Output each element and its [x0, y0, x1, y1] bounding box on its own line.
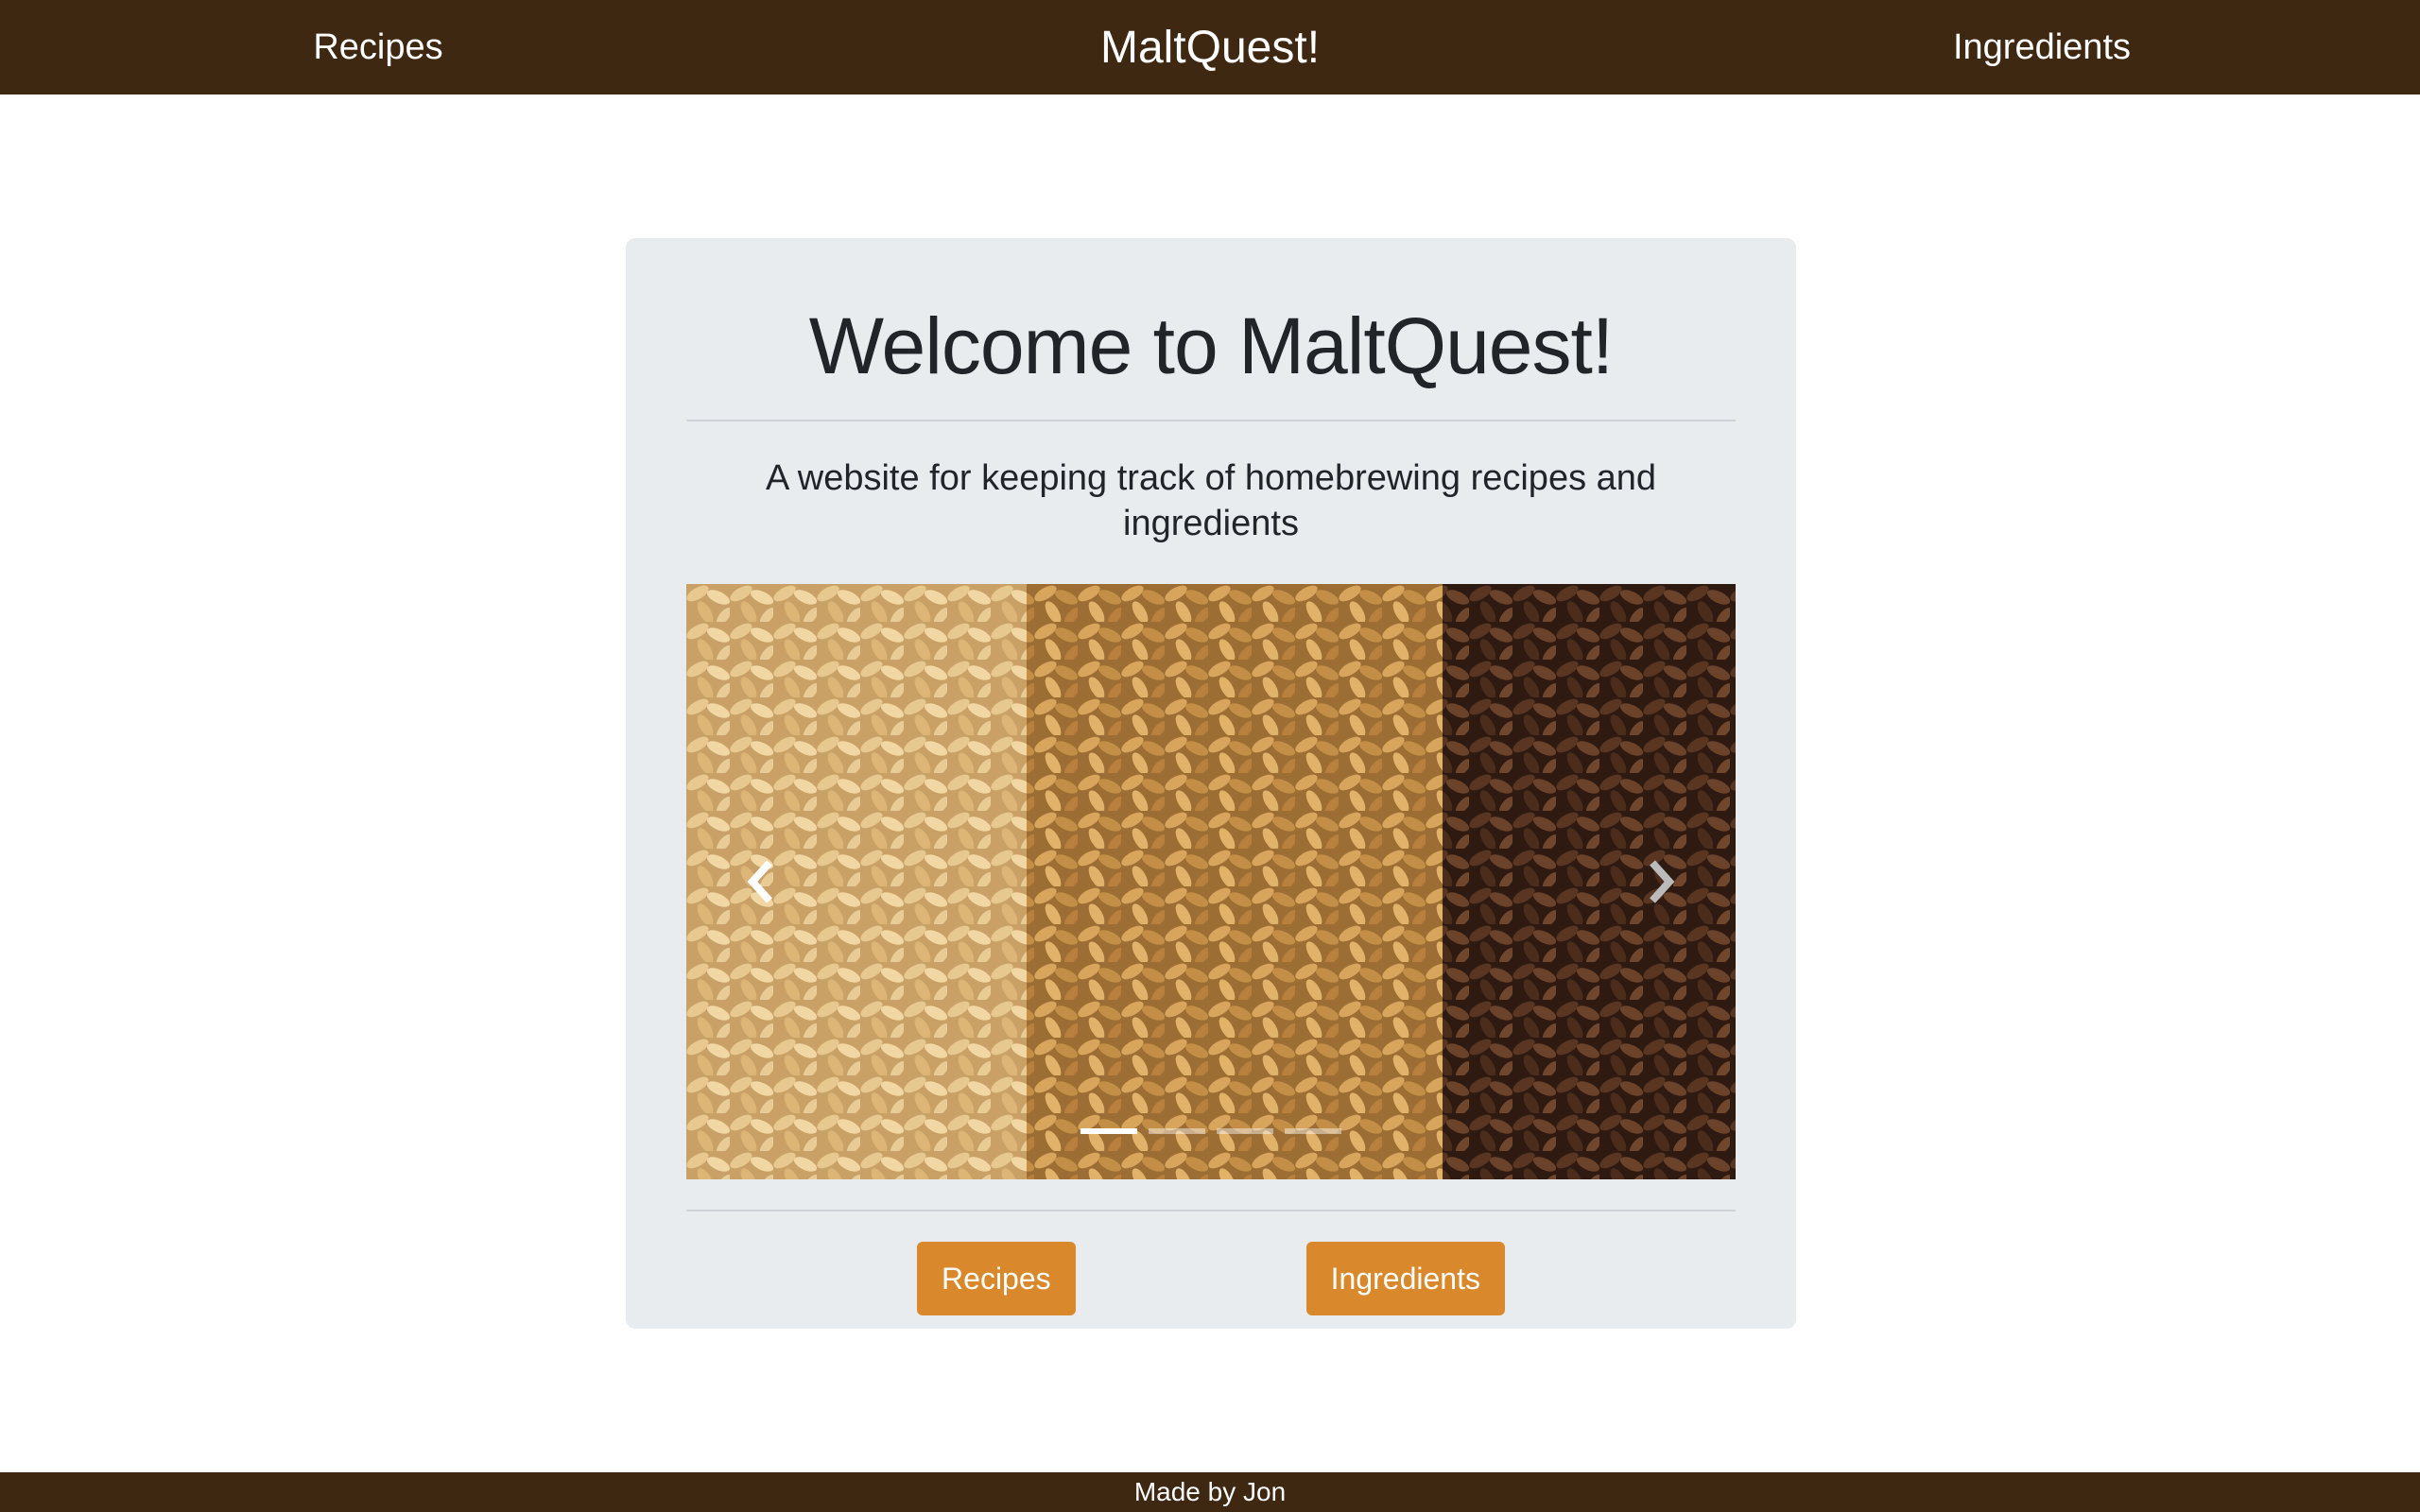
- site-description: A website for keeping track of homebrewi…: [765, 458, 1657, 543]
- brand-title[interactable]: MaltQuest!: [756, 22, 1664, 74]
- carousel-indicator[interactable]: [1285, 1128, 1341, 1134]
- carousel-next-button[interactable]: [1632, 853, 1688, 910]
- top-navbar: Recipes MaltQuest! Ingredients: [0, 0, 2420, 94]
- action-buttons: Recipes Ingredients: [686, 1242, 1736, 1315]
- carousel-indicator[interactable]: [1149, 1128, 1205, 1134]
- welcome-jumbotron: Welcome to MaltQuest! A website for keep…: [626, 238, 1796, 1329]
- divider-bottom: [686, 1210, 1736, 1211]
- welcome-heading: Welcome to MaltQuest!: [808, 301, 1614, 390]
- malt-carousel[interactable]: [686, 584, 1736, 1179]
- carousel-indicator[interactable]: [1080, 1128, 1137, 1134]
- carousel-indicator[interactable]: [1217, 1128, 1273, 1134]
- carousel-indicators: [686, 1128, 1736, 1134]
- recipes-button[interactable]: Recipes: [917, 1242, 1076, 1315]
- nav-recipes-link[interactable]: Recipes: [0, 27, 756, 68]
- carousel-prev-button[interactable]: [734, 853, 790, 910]
- footer-credit: Made by Jon: [1133, 1477, 1287, 1506]
- divider-top: [686, 420, 1736, 421]
- ingredients-button[interactable]: Ingredients: [1305, 1242, 1505, 1315]
- nav-ingredients-link[interactable]: Ingredients: [1664, 27, 2420, 68]
- malt-grains-photo: [686, 584, 1736, 1179]
- footer: Made by Jon: [0, 1472, 2420, 1512]
- chevron-left-icon: [747, 860, 772, 903]
- chevron-right-icon: [1650, 860, 1675, 903]
